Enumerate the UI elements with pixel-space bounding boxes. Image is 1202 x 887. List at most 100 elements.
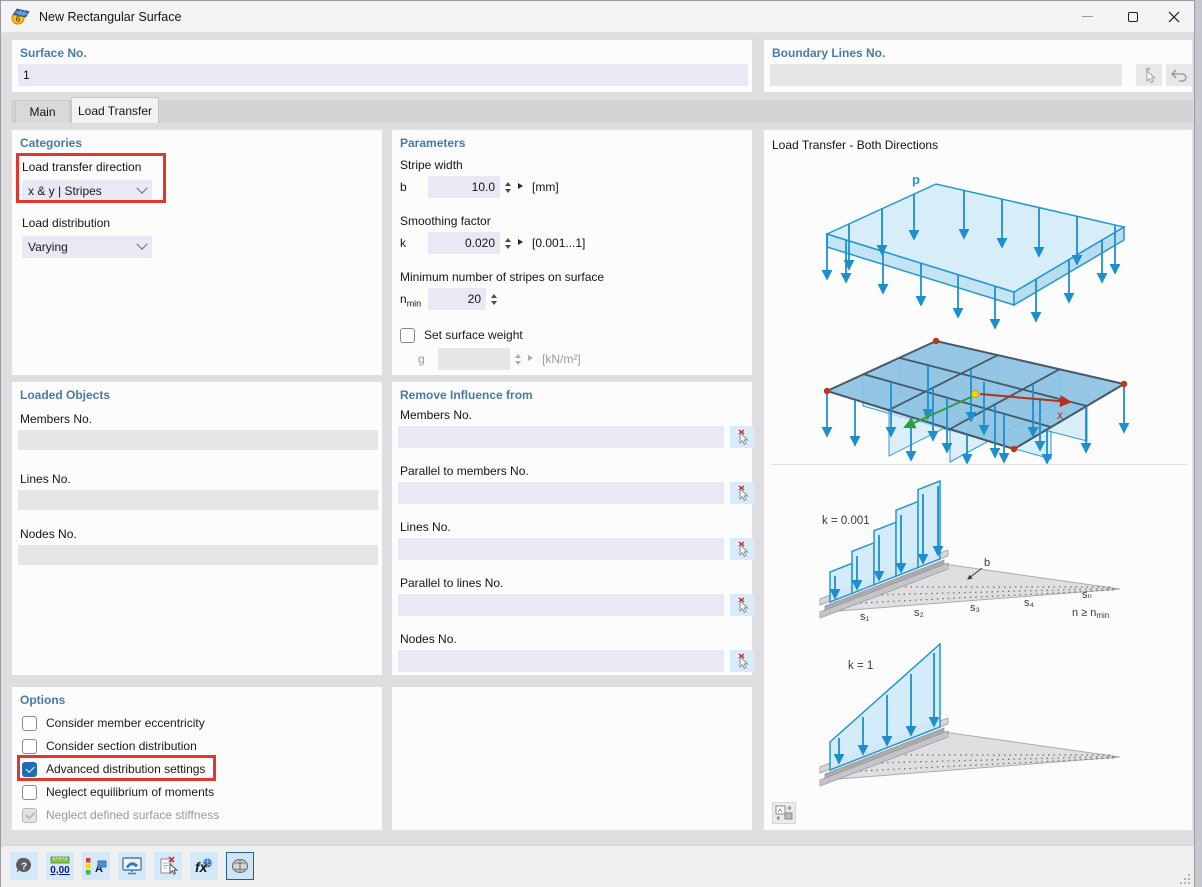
members-no-input[interactable] <box>18 430 378 450</box>
origin-node <box>972 391 979 398</box>
select-pointer-icon <box>1141 67 1157 83</box>
p-load-label: p <box>912 172 920 187</box>
checkbox-checked-icon[interactable] <box>22 762 37 777</box>
s1-label: s₁ <box>860 611 870 623</box>
uniform-load-slab <box>827 184 1124 305</box>
select-delete-pointer-icon <box>735 597 750 613</box>
svg-text:?: ? <box>21 862 27 873</box>
tab-load-transfer-label: Load Transfer <box>78 104 152 118</box>
formula-button[interactable]: fx <box>190 852 218 880</box>
stripe-width-input[interactable] <box>428 176 500 198</box>
boundary-lines-input[interactable] <box>770 64 1122 86</box>
select-boundary-lines-button[interactable] <box>1136 64 1162 86</box>
option-advanced-distribution-settings[interactable]: Advanced distribution settings <box>22 760 205 778</box>
maximize-button[interactable] <box>1110 1 1156 32</box>
ri-nodes-no-input[interactable] <box>398 650 724 672</box>
option-neglect-equilibrium-of-moments[interactable]: Neglect equilibrium of moments <box>22 783 214 801</box>
tab-load-transfer[interactable]: Load Transfer <box>71 97 159 123</box>
ri-nodes-no-label: Nodes No. <box>400 632 457 646</box>
parameters-title: Parameters <box>400 136 465 150</box>
smoothing-factor-spinner[interactable] <box>502 232 513 254</box>
select-delete-pointer-icon <box>735 429 750 445</box>
resize-grip[interactable] <box>1178 872 1192 886</box>
help-icon: ? <box>14 856 34 876</box>
units-and-decimal-places-button[interactable]: 0,00 <box>46 852 74 880</box>
brain-icon <box>230 856 250 876</box>
units-ruler-icon: 0,00 <box>49 856 71 876</box>
parameters-panel: Parameters Stripe width b [mm] Smoothing… <box>391 129 753 376</box>
ri-members-select-button[interactable] <box>730 426 754 448</box>
restore-boundary-lines-button[interactable] <box>1166 64 1192 86</box>
boundary-lines-panel: Boundary Lines No. <box>763 39 1193 93</box>
edit-selection-button[interactable] <box>154 852 182 880</box>
remove-influence-panel: Remove Influence from Members No. Parall… <box>391 381 753 676</box>
ri-parallel-members-label: Parallel to members No. <box>400 464 529 478</box>
rendering-view-button[interactable] <box>118 852 146 880</box>
spin-up-icon <box>505 238 511 242</box>
option-neglect-defined-surface-stiffness: Neglect defined surface stiffness <box>22 806 219 824</box>
min-stripes-input[interactable] <box>428 288 486 310</box>
b-dimension-label: b <box>984 557 990 569</box>
window-title: New Rectangular Surface <box>39 10 181 24</box>
stripe-width-detail-arrow[interactable] <box>518 183 523 189</box>
options-title: Options <box>20 693 65 707</box>
set-surface-weight-option[interactable]: Set surface weight <box>400 326 523 344</box>
tab-main[interactable]: Main <box>15 100 70 123</box>
title-bar: 6 New Rectangular Surface <box>1 1 1194 33</box>
ri-nodes-select-button[interactable] <box>730 650 754 672</box>
categories-panel: Categories Load transfer direction x & y… <box>11 129 383 376</box>
ri-parallel-members-input[interactable] <box>398 482 724 504</box>
chevron-down-icon <box>136 183 147 194</box>
min-stripes-label: Minimum number of stripes on surface <box>400 270 604 284</box>
help-button[interactable]: ? <box>10 852 38 880</box>
swap-picture-icon <box>775 805 793 821</box>
load-distribution-select[interactable]: Varying <box>22 236 152 258</box>
ri-lines-select-button[interactable] <box>730 538 754 560</box>
load-transfer-direction-value: x & y | Stripes <box>28 184 138 198</box>
ri-parallel-lines-input[interactable] <box>398 594 724 616</box>
load-transfer-direction-select[interactable]: x & y | Stripes <box>22 180 152 202</box>
surface-no-input[interactable] <box>18 64 748 86</box>
ri-parallel-members-select-button[interactable] <box>730 482 754 504</box>
ri-members-no-input[interactable] <box>398 426 724 448</box>
ri-parallel-lines-select-button[interactable] <box>730 594 754 616</box>
option-consider-section-distribution[interactable]: Consider section distribution <box>22 737 197 755</box>
maximize-icon <box>1128 12 1138 22</box>
stripe-width-label: Stripe width <box>400 158 463 172</box>
checkbox-unchecked-icon[interactable] <box>22 716 37 731</box>
lines-no-label: Lines No. <box>20 472 71 486</box>
set-surface-weight-label: Set surface weight <box>424 328 523 342</box>
display-properties-button[interactable]: A <box>82 852 110 880</box>
nodes-no-input[interactable] <box>18 545 378 565</box>
smoothing-factor-input[interactable] <box>428 232 500 254</box>
load-transfer-direction-label: Load transfer direction <box>22 160 141 174</box>
surface-weight-input[interactable] <box>438 348 510 370</box>
stripe-width-spinner[interactable] <box>502 176 513 198</box>
ri-parallel-lines-label: Parallel to lines No. <box>400 576 503 590</box>
lines-no-input[interactable] <box>18 490 378 510</box>
display-properties-icon: A <box>85 856 107 876</box>
smoothing-factor-detail-arrow[interactable] <box>518 239 523 245</box>
surface-weight-detail-arrow <box>528 355 533 361</box>
spin-up-icon <box>515 354 521 358</box>
checkbox-unchecked-icon[interactable] <box>400 328 415 343</box>
ai-assistant-button[interactable] <box>226 852 254 880</box>
minimize-button[interactable] <box>1064 1 1110 32</box>
s2-label: s₂ <box>914 607 924 619</box>
option-consider-member-eccentricity[interactable]: Consider member eccentricity <box>22 714 205 732</box>
rfem-surface-icon: 6 <box>11 8 31 26</box>
load-transfer-diagram-panel: Load Transfer - Both Directions <box>763 129 1193 831</box>
ri-lines-no-input[interactable] <box>398 538 724 560</box>
surface-no-title: Surface No. <box>20 46 87 60</box>
checkbox-unchecked-icon[interactable] <box>22 739 37 754</box>
both-directions-diagram: p <box>764 156 1192 464</box>
n-condition-label: n ≥ nmin <box>1072 607 1109 620</box>
k-one-label: k = 1 <box>848 660 873 672</box>
close-button[interactable] <box>1151 1 1197 32</box>
toggle-picture-button[interactable] <box>772 802 796 824</box>
checkbox-unchecked-icon[interactable] <box>22 785 37 800</box>
options-panel: Options Consider member eccentricity Con… <box>11 686 383 831</box>
function-fx-icon: fx <box>193 856 215 876</box>
diagram-panel-title: Load Transfer - Both Directions <box>772 138 938 152</box>
min-stripes-spinner[interactable] <box>488 288 499 310</box>
